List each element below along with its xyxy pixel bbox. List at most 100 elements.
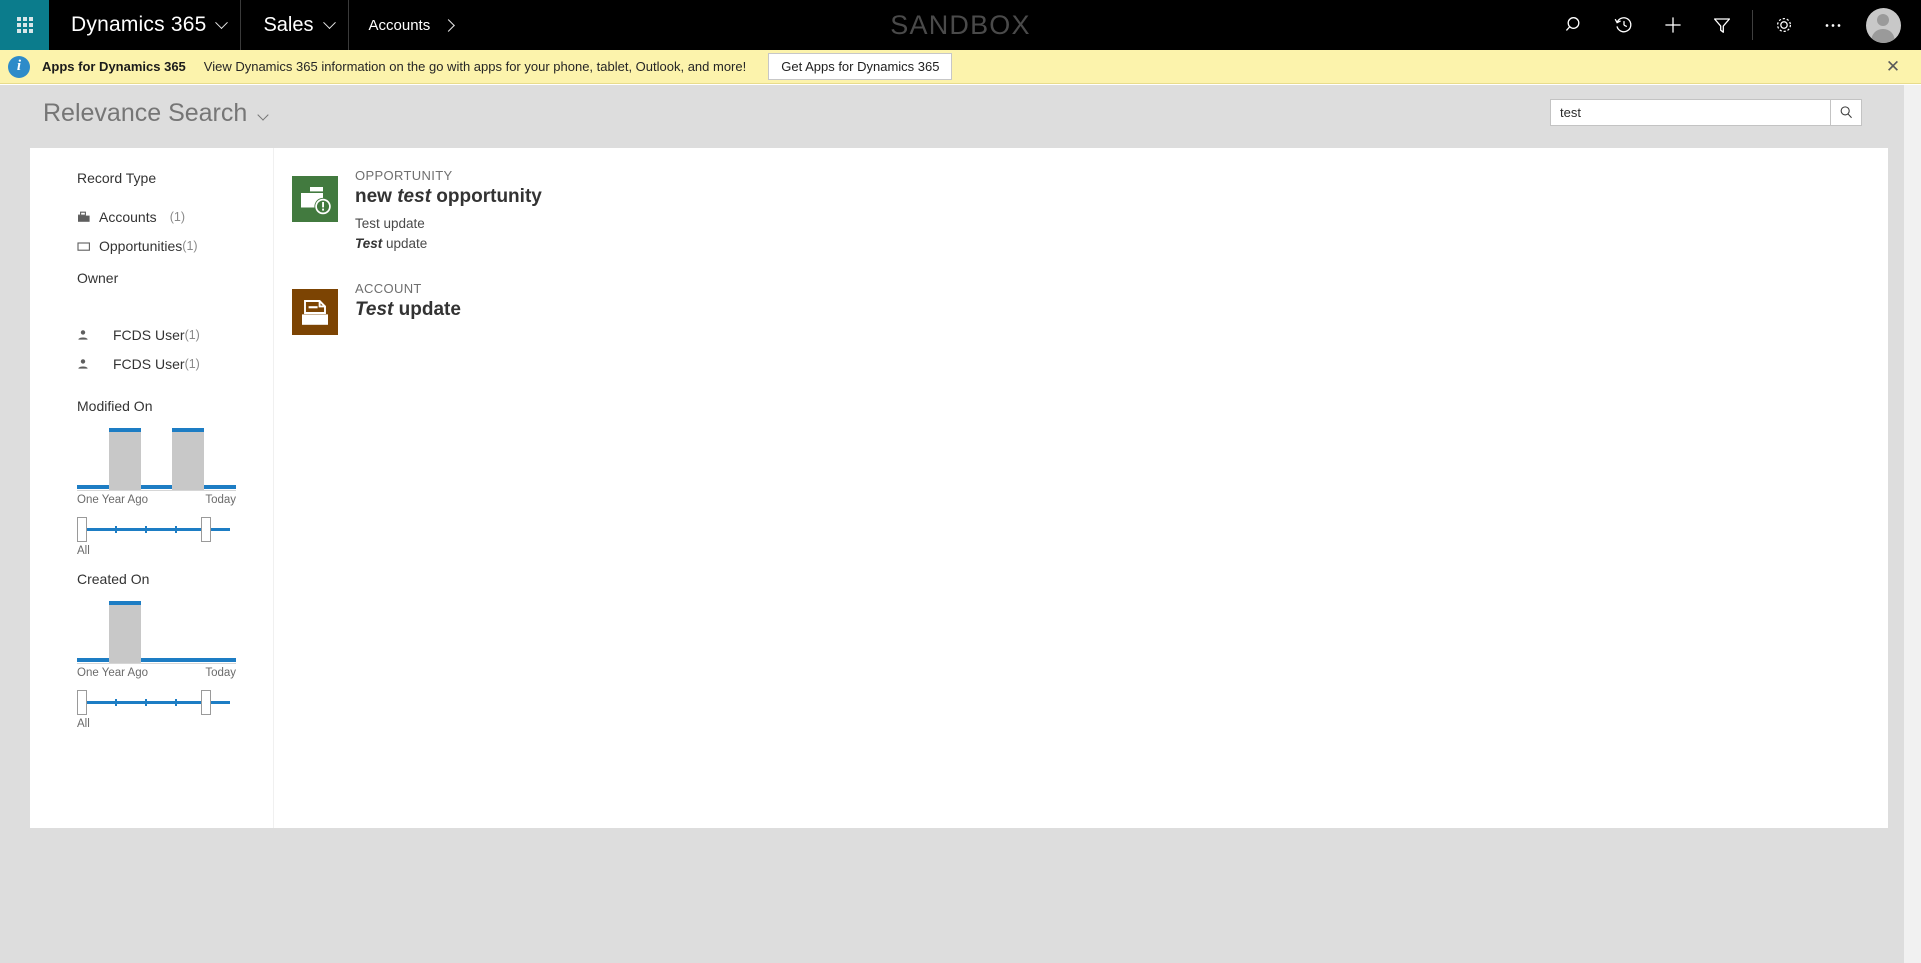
recent-history-icon[interactable] (1599, 0, 1648, 50)
histogram-bar (108, 601, 141, 663)
histogram-bin (77, 432, 109, 490)
facet-item-owner-2[interactable]: FCDS User (1) (30, 349, 273, 378)
facet-heading-created-on: Created On (77, 571, 150, 587)
page-title[interactable]: Relevance Search (43, 99, 269, 128)
facet-label: FCDS User (113, 326, 185, 343)
facet-group-created-on: Created On One Year Ago Today All (30, 571, 273, 730)
notification-title: Apps for Dynamics 365 (42, 59, 186, 74)
waffle-grid (16, 17, 33, 33)
slider-tick (115, 699, 117, 706)
nav-area-name[interactable]: Sales (241, 0, 349, 50)
histogram-bin (204, 605, 236, 663)
page-title-label: Relevance Search (43, 99, 248, 127)
app-launcher-waffle-icon[interactable] (0, 0, 49, 50)
search-submit-button[interactable] (1830, 99, 1862, 126)
page-header: Relevance Search (0, 85, 1921, 148)
slider-handle-left[interactable] (77, 517, 87, 542)
vertical-scrollbar[interactable] (1904, 85, 1921, 963)
nav-area-name-label: Sales (263, 13, 314, 36)
slider-tick (115, 526, 117, 533)
modified-on-range-slider[interactable] (77, 517, 236, 543)
search-box (1550, 99, 1862, 126)
person-icon (77, 329, 99, 341)
slider-tick (175, 699, 177, 706)
created-on-histogram[interactable]: One Year Ago Today All (77, 601, 236, 730)
slider-handle-right[interactable] (201, 690, 211, 715)
slider-tick (145, 699, 147, 706)
result-title-suffix: opportunity (431, 186, 542, 207)
histogram-bar (172, 657, 204, 663)
slider-handle-left[interactable] (77, 690, 87, 715)
axis-label-right: Today (205, 667, 236, 679)
result-title-suffix: update (393, 299, 461, 321)
histogram-bin (204, 432, 236, 490)
opportunity-record-icon (292, 176, 338, 222)
account-record-glyph (292, 289, 338, 336)
histogram-bin (108, 428, 141, 490)
search-input[interactable] (1550, 99, 1830, 126)
get-apps-button[interactable]: Get Apps for Dynamics 365 (768, 53, 953, 80)
result-title-match: test (397, 186, 432, 207)
result-snippet-line-2: Test update (355, 234, 542, 254)
funnel-glyph (1713, 18, 1730, 33)
histogram-bar (172, 428, 205, 490)
search-icon[interactable] (1550, 0, 1599, 50)
more-options-icon[interactable] (1808, 0, 1857, 50)
advanced-filter-icon[interactable] (1697, 0, 1746, 50)
nav-right-icons (1550, 0, 1921, 50)
result-item-account[interactable]: ACCOUNT Test update (292, 279, 1888, 336)
histogram-bar (77, 657, 109, 663)
facet-label: Opportunities (99, 237, 183, 254)
account-icon (77, 211, 99, 223)
histogram-bin (77, 605, 109, 663)
result-title-prefix: new (355, 186, 398, 207)
facet-item-owner-1[interactable]: FCDS User (1) (30, 320, 273, 349)
result-title: Test update (355, 299, 461, 321)
result-body: ACCOUNT Test update (355, 279, 461, 335)
top-navigation-bar: Dynamics 365 Sales Accounts SANDBOX (0, 0, 1921, 50)
created-on-range-slider[interactable] (77, 690, 236, 716)
user-avatar[interactable] (1857, 0, 1909, 50)
histogram-bin (172, 428, 205, 490)
result-snippet-suffix: update (382, 235, 428, 251)
chevron-down-icon (215, 15, 229, 29)
close-icon[interactable]: ✕ (1879, 50, 1907, 84)
histogram-bin (172, 605, 204, 663)
facets-sidebar: Record Type Accounts (1) Opportunities (… (30, 148, 274, 828)
facet-heading-record-type: Record Type (77, 170, 157, 186)
slider-tick (175, 526, 177, 533)
result-item-opportunity[interactable]: OPPORTUNITY new test opportunity Test up… (292, 166, 1888, 253)
chevron-down-icon (322, 15, 336, 29)
facet-item-accounts[interactable]: Accounts (1) (30, 202, 273, 231)
facet-count: (1) (184, 327, 200, 342)
modified-on-histogram[interactable]: One Year Ago Today All (77, 428, 236, 557)
results-list: OPPORTUNITY new test opportunity Test up… (274, 148, 1888, 828)
histogram-bin (140, 432, 173, 490)
chevron-down-icon (257, 109, 269, 121)
facet-item-opportunities[interactable]: Opportunities (1) (30, 231, 273, 260)
quick-create-icon[interactable] (1648, 0, 1697, 50)
settings-gear-icon[interactable] (1759, 0, 1808, 50)
slider-handle-right[interactable] (201, 517, 211, 542)
histogram-bar (77, 484, 109, 490)
facet-count: (1) (169, 209, 185, 224)
result-body: OPPORTUNITY new test opportunity Test up… (355, 166, 542, 253)
facet-count: (1) (184, 356, 200, 371)
notification-bar: i Apps for Dynamics 365 View Dynamics 36… (0, 50, 1921, 84)
nav-app-name[interactable]: Dynamics 365 (49, 0, 242, 50)
slider-range-label: All (77, 718, 90, 730)
facet-group-modified-on: Modified On One Year Ago Today All (30, 398, 273, 557)
histogram-bar (140, 657, 173, 663)
facet-count: (1) (182, 238, 198, 253)
histogram-axis-labels: One Year Ago Today (77, 494, 236, 506)
account-glyph (78, 211, 90, 222)
histogram-bars (77, 601, 236, 663)
ellipsis-glyph (1825, 24, 1840, 27)
plus-glyph (1664, 17, 1681, 33)
nav-entity-name[interactable]: Accounts (349, 0, 468, 50)
histogram-bar (108, 428, 141, 490)
histogram-axis-labels: One Year Ago Today (77, 667, 236, 679)
slider-range-label: All (77, 545, 90, 557)
notification-message: View Dynamics 365 information on the go … (203, 59, 747, 74)
